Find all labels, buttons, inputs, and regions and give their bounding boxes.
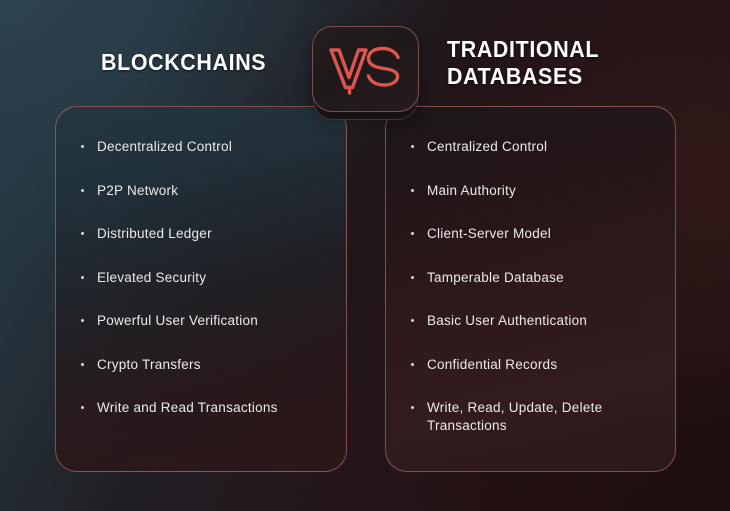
list-item: Write and Read Transactions bbox=[80, 399, 328, 417]
list-item: Powerful User Verification bbox=[80, 312, 328, 330]
column-title-blockchains: Blockchains bbox=[101, 49, 267, 75]
vs-versus-icon bbox=[328, 46, 400, 95]
list-item: Main Authority bbox=[410, 182, 657, 200]
list-item: Basic User Authentication bbox=[410, 312, 657, 330]
card-traditional-databases: Centralized Control Main Authority Clien… bbox=[385, 106, 676, 472]
feature-list-blockchains: Decentralized Control P2P Network Distri… bbox=[56, 107, 346, 443]
comparison-infographic: Blockchains Traditional Databases Decent… bbox=[0, 0, 730, 511]
list-item: Distributed Ledger bbox=[80, 225, 328, 243]
list-item: Client-Server Model bbox=[410, 225, 657, 243]
feature-list-traditional-databases: Centralized Control Main Authority Clien… bbox=[386, 107, 675, 461]
list-item: Crypto Transfers bbox=[80, 356, 328, 374]
card-blockchains: Decentralized Control P2P Network Distri… bbox=[55, 106, 347, 472]
vs-badge-front bbox=[312, 26, 419, 112]
vs-badge bbox=[311, 26, 419, 120]
list-item: P2P Network bbox=[80, 182, 328, 200]
list-item: Elevated Security bbox=[80, 269, 328, 287]
list-item: Confidential Records bbox=[410, 356, 657, 374]
list-item: Centralized Control bbox=[410, 138, 657, 156]
column-title-traditional-databases: Traditional Databases bbox=[447, 36, 600, 90]
list-item: Tamperable Database bbox=[410, 269, 657, 287]
list-item: Write, Read, Update, Delete Transactions bbox=[410, 399, 657, 435]
list-item: Decentralized Control bbox=[80, 138, 328, 156]
